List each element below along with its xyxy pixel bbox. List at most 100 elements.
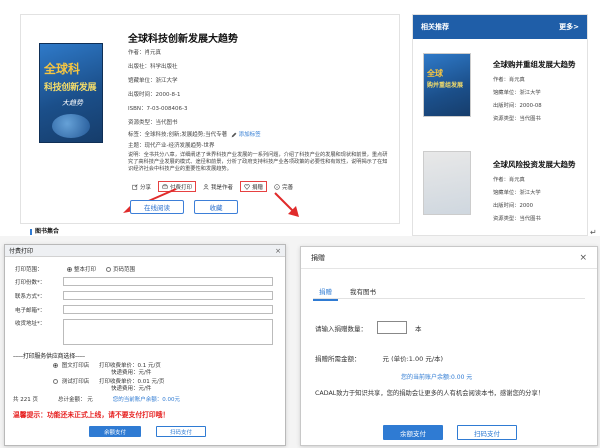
book-cover[interactable]: 全球科 科技创新发展 大趋势 bbox=[39, 43, 103, 143]
copies-label: 打印份数*： bbox=[15, 279, 46, 286]
globe-image bbox=[52, 114, 90, 138]
tags-value: 全球科技;创新;发展趋势;当代专著 bbox=[144, 132, 228, 138]
contact-row: 联系方式*： bbox=[15, 291, 273, 300]
tags-label: 标签： bbox=[128, 132, 145, 138]
page-range-label: 页码范围 bbox=[113, 267, 136, 273]
recommend-author: 作者：肖元真 bbox=[493, 77, 525, 83]
supplier-ship: 快递费用：元/件 bbox=[111, 386, 152, 392]
book-isbn: ISBN：7-03-008406-3 bbox=[128, 106, 188, 112]
return-glyph: ↵ bbox=[590, 228, 597, 237]
contact-label: 联系方式*： bbox=[15, 293, 46, 300]
pencil-icon[interactable] bbox=[231, 132, 237, 138]
donate-dialog: 捐赠 × 捐赠 我有图书 请输入捐赠数量： 本 捐赠所需金额： 元 (单价:1.… bbox=[300, 246, 598, 446]
donate-amount-row: 捐赠所需金额： 元 (单价:1.00 元/本) bbox=[315, 353, 443, 363]
recommend-more-link[interactable]: 更多> bbox=[559, 22, 579, 32]
address-textarea[interactable] bbox=[63, 319, 273, 345]
print-range-row: 打印范围： 整本打印 页码范围 bbox=[15, 265, 135, 273]
scan-pay-button[interactable]: 扫码支付 bbox=[457, 425, 517, 440]
supplier-name: 图文打印店 bbox=[61, 363, 90, 369]
amount-label: 捐赠所需金额： bbox=[315, 355, 361, 363]
book-cover-text-2: 科技创新发展 bbox=[44, 83, 97, 93]
contact-input[interactable] bbox=[63, 291, 273, 300]
supplier-heading: -----打印服务供应商选择----- bbox=[13, 353, 85, 360]
recommend-holding: 馆藏单位：浙江大学 bbox=[493, 90, 541, 96]
recommend-pubtime: 出版时间：2000-08 bbox=[493, 103, 542, 109]
book-subject: 主题：现代产业-经济发展趋势-世界 bbox=[128, 143, 215, 149]
recommend-cover[interactable]: 全球 购并重组发展 bbox=[423, 53, 471, 117]
donate-dialog-title: 捐赠 bbox=[311, 253, 325, 262]
book-tags: 标签：全球科技;创新;发展趋势;当代专著 添加标签 bbox=[128, 130, 261, 138]
balance-pay-button[interactable]: 余额支付 bbox=[89, 426, 141, 437]
donate-label: 捐赠 bbox=[252, 184, 264, 191]
book-pubtime: 出版时间：2000-8-1 bbox=[128, 92, 181, 98]
red-arrow-right bbox=[274, 192, 299, 217]
address-row: 收货地址*： bbox=[15, 319, 63, 327]
read-online-button[interactable]: 在线阅读 bbox=[130, 200, 184, 214]
recommend-item-title[interactable]: 全球风险投资发展大趋势 bbox=[493, 159, 576, 170]
supplier-name: 测试打印店 bbox=[61, 379, 90, 385]
radio-supplier-1[interactable] bbox=[53, 363, 58, 368]
book-description: 说明：全书共分八章，详细阐述了世界科技产业发展的一系列问题，介绍了科技产业的发展… bbox=[128, 152, 388, 172]
whole-book-label: 整本打印 bbox=[74, 267, 97, 273]
recommend-cover-text-2: 购并重组发展 bbox=[427, 82, 464, 89]
qty-input[interactable] bbox=[377, 321, 407, 334]
account-balance: 您的当前账户余额：0.00元 bbox=[112, 397, 180, 403]
close-icon[interactable]: × bbox=[579, 253, 587, 263]
book-title: 全球科技创新发展大趋势 bbox=[128, 34, 238, 45]
book-cover-text-1: 全球科 bbox=[44, 62, 81, 76]
info-icon bbox=[274, 183, 280, 190]
book-publisher: 出版社：科学出版社 bbox=[128, 64, 178, 70]
book-cover-text-3: 大趋势 bbox=[62, 99, 83, 107]
scan-pay-button[interactable]: 扫码支付 bbox=[156, 426, 206, 437]
donate-balance: 您的当前账户余额:0.00 元 bbox=[401, 374, 473, 381]
recommend-resource: 资源类型：当代图书 bbox=[493, 216, 541, 222]
copies-input[interactable] bbox=[63, 277, 273, 286]
recommend-cover[interactable] bbox=[423, 151, 471, 215]
paid-print-dialog: 付费打印 × 打印范围： 整本打印 页码范围 打印份数*： 联系方式*： 电子邮… bbox=[4, 244, 286, 446]
tab-divider bbox=[313, 298, 585, 299]
radio-whole-book[interactable] bbox=[67, 266, 72, 272]
book-holding: 馆藏单位：浙江大学 bbox=[128, 78, 178, 84]
user-icon bbox=[203, 183, 209, 190]
email-label: 电子邮箱*： bbox=[15, 307, 46, 314]
book-author: 作者：肖元真 bbox=[128, 50, 162, 56]
i-am-author-label: 我是作者 bbox=[211, 184, 234, 191]
heart-icon bbox=[244, 183, 250, 190]
i-am-author-button[interactable]: 我是作者 bbox=[199, 181, 237, 192]
print-range-label: 打印范围： bbox=[15, 267, 43, 273]
email-row: 电子邮箱*： bbox=[15, 305, 273, 314]
recommend-header: 相关推荐 更多> bbox=[413, 15, 587, 39]
book-collection-heading: 图书集合 bbox=[30, 226, 59, 235]
copies-row: 打印份数*： bbox=[15, 277, 273, 286]
close-icon[interactable]: × bbox=[275, 247, 281, 255]
recommend-item-title[interactable]: 全球购并重组发展大趋势 bbox=[493, 59, 576, 70]
donate-button[interactable]: 捐赠 bbox=[240, 181, 268, 192]
recommend-cover-text-1: 全球 bbox=[427, 68, 443, 78]
book-resource-type: 资源类型：当代图书 bbox=[128, 120, 178, 126]
donate-note: CADAL致力于知识共享，您的捐助会让更多的人有机会阅读本书，感谢您的分享！ bbox=[315, 390, 545, 397]
print-dialog-header: 付费打印 × bbox=[5, 245, 285, 257]
recommend-title: 相关推荐 bbox=[421, 23, 449, 31]
print-total-row: 共 221 页 总计金额： 元 您的当前账户余额：0.00元 bbox=[13, 395, 180, 403]
page-count: 共 221 页 bbox=[13, 397, 38, 403]
recommend-pubtime: 出版时间：2000 bbox=[493, 203, 533, 209]
recommend-holding: 馆藏单位：浙江大学 bbox=[493, 190, 541, 196]
book-detail-panel: 全球科 科技创新发展 大趋势 全球科技创新发展大趋势 作者：肖元真 出版社：科学… bbox=[0, 0, 600, 237]
radio-supplier-2[interactable] bbox=[53, 379, 58, 384]
donate-qty-row: 请输入捐赠数量： 本 bbox=[315, 321, 422, 334]
radio-page-range[interactable] bbox=[106, 266, 112, 272]
qty-unit: 本 bbox=[415, 324, 422, 333]
add-tag-link[interactable]: 添加标签 bbox=[239, 132, 261, 138]
print-dialog-title: 付费打印 bbox=[9, 248, 34, 255]
supplier-ship: 快递费用：元/件 bbox=[111, 370, 152, 376]
donate-dialog-header: 捐赠 × bbox=[301, 247, 597, 269]
total-amount: 总计金额： 元 bbox=[58, 397, 93, 403]
favorite-button[interactable]: 收藏 bbox=[194, 200, 238, 214]
related-recommend-panel: 相关推荐 更多> 全球 购并重组发展 全球购并重组发展大趋势 作者：肖元真 馆藏… bbox=[412, 14, 588, 236]
warning-text: 温馨提示：功能还未正式上线，请不要支付打印哦！ bbox=[13, 411, 170, 419]
qty-label: 请输入捐赠数量： bbox=[315, 324, 367, 333]
recommend-resource: 资源类型：当代图书 bbox=[493, 116, 541, 122]
balance-pay-button[interactable]: 余额支付 bbox=[383, 425, 443, 440]
email-input[interactable] bbox=[63, 305, 273, 314]
address-label: 收货地址*： bbox=[15, 321, 46, 327]
